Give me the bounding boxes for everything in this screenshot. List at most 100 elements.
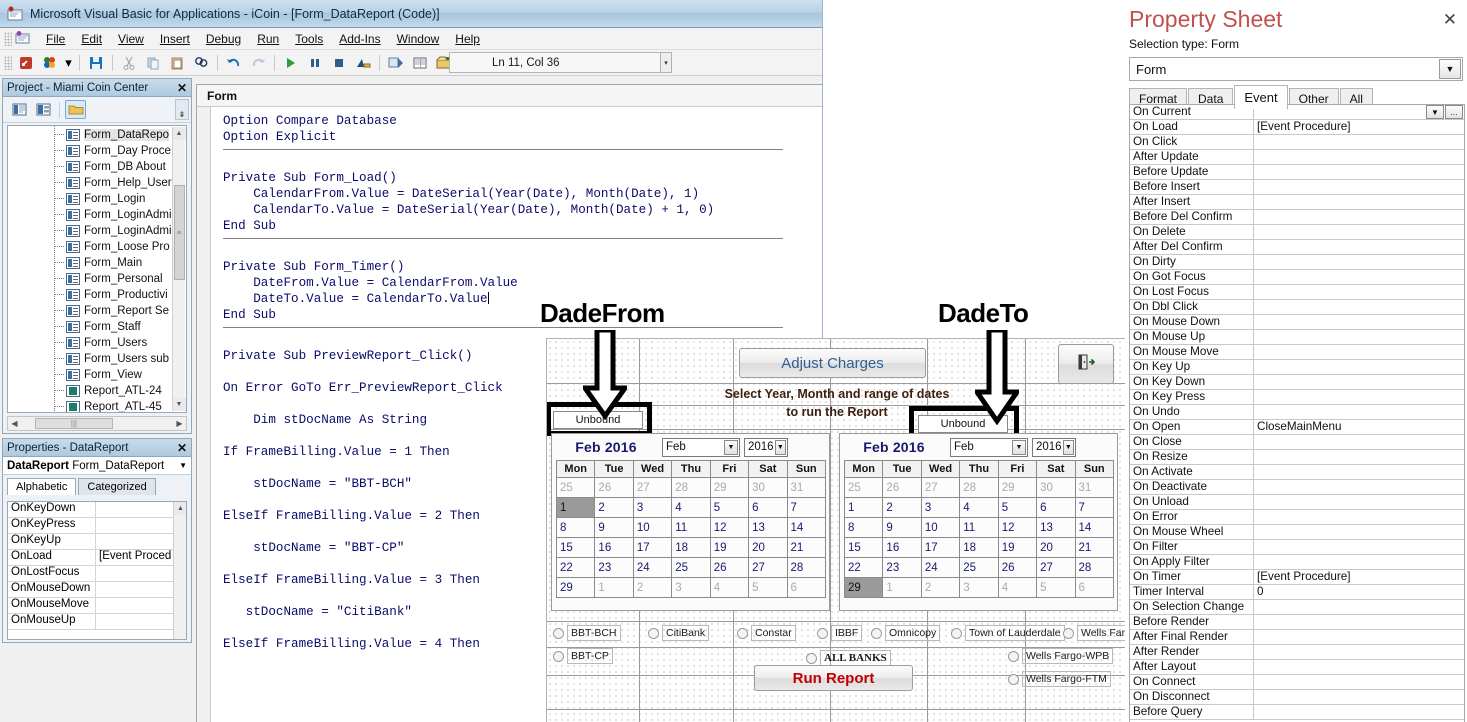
radio-icon[interactable] [817,627,828,639]
calendar-to-grid[interactable]: Mon Tue Wed Thu Fri Sat Sun 25 26 27 28 29 30 31 1 2 3 4… [843,460,1115,598]
calendar-from-day-cell[interactable]: 22 [555,557,596,578]
property-sheet-row[interactable]: On Timer [Event Procedure] [1130,570,1464,585]
bank-option-citibank[interactable]: CitiBank [648,625,710,641]
property-sheet-row[interactable]: On Delete [1130,225,1464,240]
tree-item-form-login[interactable]: Form_Login [8,191,186,207]
calendar-from-day-cell[interactable]: 6 [748,497,788,518]
calendar-from-day-cell[interactable]: 18 [671,537,711,558]
property-sheet-row-value[interactable]: CloseMainMenu [1254,420,1464,434]
calendar-from-day-cell[interactable]: 14 [786,517,827,538]
view-code-icon[interactable] [9,100,30,119]
property-sheet-row[interactable]: On Filter [1130,540,1464,555]
property-sheet-row[interactable]: On Key Press [1130,390,1464,405]
calendar-to-month-select[interactable]: Feb ▼ [950,437,1028,457]
property-sheet-row[interactable]: After Final Render [1130,630,1464,645]
scroll-down-icon[interactable]: ▼ [172,398,186,411]
calendar-from-day-cell[interactable]: 28 [671,477,711,498]
calendar-to-day-cell[interactable]: 16 [882,537,922,558]
calendar-to-day-cell[interactable]: 27 [1036,557,1076,578]
menu-tools[interactable]: Tools [287,30,331,48]
property-sheet-row-value[interactable] [1254,195,1464,209]
calendar-from-day-cell[interactable]: 3 [671,577,711,598]
vba-property-row[interactable]: OnMouseMove [8,598,186,614]
property-sheet-row-value[interactable] [1254,495,1464,509]
property-sheet-row-value[interactable] [1254,645,1464,659]
vba-property-row[interactable]: OnKeyDown [8,502,186,518]
property-sheet-row-value[interactable] [1254,465,1464,479]
chevron-down-icon[interactable]: ▼ [724,439,738,455]
calendar-to-day-cell[interactable]: 11 [959,517,999,538]
calendar-from-day-cell[interactable]: 10 [632,517,673,538]
bank-option-bbt-cp[interactable]: BBT-CP [553,648,613,664]
property-sheet-row-value[interactable] [1254,135,1464,149]
calendar-from-day-cell[interactable]: 16 [594,537,634,558]
vba-properties-tab-categorized[interactable]: Categorized [78,478,156,495]
vba-properties-grid[interactable]: OnKeyDown OnKeyPress OnKeyUp OnLoad [Event P… [7,501,187,640]
tree-item-form-main[interactable]: Form_Main [8,255,186,271]
calendar-to-day-cell[interactable]: 3 [959,577,999,598]
calendar-from-day-cell[interactable]: 28 [786,557,827,578]
calendar-to-day-cell[interactable]: 9 [882,517,922,538]
property-sheet-row-value[interactable] [1254,375,1464,389]
view-microsoft-access-icon[interactable] [16,53,36,73]
calendar-from-month-select[interactable]: Feb ▼ [662,437,740,457]
bank-option-wells-fargo-mia[interactable]: Wells Fargo-MIA [1063,625,1126,641]
tree-item-form-help-user[interactable]: Form_Help_User [8,175,186,191]
property-sheet-row[interactable]: After Render [1130,645,1464,660]
insert-module-icon[interactable] [40,53,60,73]
calendar-to-day-cell[interactable]: 2 [882,497,922,518]
bank-option-ibbf[interactable]: IBBF [817,625,863,641]
property-sheet-row-value[interactable] [1254,615,1464,629]
calendar-to-day-cell[interactable]: 26 [882,477,922,498]
menu-help[interactable]: Help [447,30,488,48]
property-sheet-row-value[interactable] [1254,630,1464,644]
menu-run[interactable]: Run [249,30,287,48]
calendar-to-day-cell[interactable]: 23 [882,557,922,578]
calendar-from-day-cell[interactable]: 25 [671,557,711,578]
tree-item-form-users-sub[interactable]: Form_Users sub [8,351,186,367]
property-sheet-row-value[interactable] [1254,165,1464,179]
bank-option-town-of-lauderdale[interactable]: Town of Lauderdale [951,625,1065,641]
menu-debug[interactable]: Debug [198,30,249,48]
calendar-to-day-cell[interactable]: 6 [1036,497,1076,518]
calendar-from-day-cell[interactable]: 27 [748,557,788,578]
property-sheet-object-select[interactable]: Form ▼ [1129,57,1463,81]
tree-item-form-users[interactable]: Form_Users [8,335,186,351]
property-sheet-row[interactable]: Before Render [1130,615,1464,630]
calendar-to-day-cell[interactable]: 25 [959,557,999,578]
vba-properties-object-combo[interactable]: DataReport Form_DataReport ▼ [3,457,191,475]
vba-properties-scrollbar[interactable]: ▲ [173,502,186,639]
calendar-from[interactable]: Feb 2016 Feb ▼ 2016 ▼ Mon Tue Wed Thu Fri Sat… [551,433,830,611]
calendar-to-day-cell[interactable]: 1 [843,497,884,518]
calendar-to-day-cell[interactable]: 8 [843,517,884,538]
tree-item-form-staff[interactable]: Form_Staff [8,319,186,335]
property-sheet-row-value[interactable] [1254,480,1464,494]
calendar-to-day-cell[interactable]: 31 [1074,477,1115,498]
radio-icon[interactable] [806,652,817,664]
calendar-to-day-cell[interactable]: 27 [920,477,961,498]
tree-item-form-loginadmi[interactable]: Form_LoginAdmi [8,207,186,223]
scroll-up-icon[interactable]: ▲ [172,127,186,140]
calendar-to-day-cell[interactable]: 12 [997,517,1038,538]
menu-edit[interactable]: Edit [73,30,110,48]
tree-item-form-view[interactable]: Form_View [8,367,186,383]
calendar-to-day-cell[interactable]: 20 [1036,537,1076,558]
calendar-from-day-cell[interactable]: 5 [709,497,750,518]
find-icon[interactable] [191,53,211,73]
property-sheet-row[interactable]: After Insert [1130,195,1464,210]
property-sheet-tab-event[interactable]: Event [1234,85,1288,109]
vba-property-row[interactable]: OnKeyUp [8,534,186,550]
property-sheet-row[interactable]: On Disconnect [1130,690,1464,705]
tree-item-form-productivi[interactable]: Form_Productivi [8,287,186,303]
property-sheet-row-value[interactable] [1254,225,1464,239]
property-sheet-row-value[interactable] [1254,660,1464,674]
property-sheet-row-value[interactable] [1254,270,1464,284]
project-tree-vscrollbar[interactable]: ▲ ≡ ▼ [172,127,186,411]
project-panel-resize-grip[interactable]: ⇟ [175,99,189,120]
menubar-grip[interactable] [4,31,12,46]
radio-icon[interactable] [553,627,564,639]
property-sheet-row[interactable]: On Unload [1130,495,1464,510]
property-sheet-row-value[interactable] [1254,540,1464,554]
property-sheet-row[interactable]: On Undo [1130,405,1464,420]
toolbar-grip[interactable] [4,55,12,70]
